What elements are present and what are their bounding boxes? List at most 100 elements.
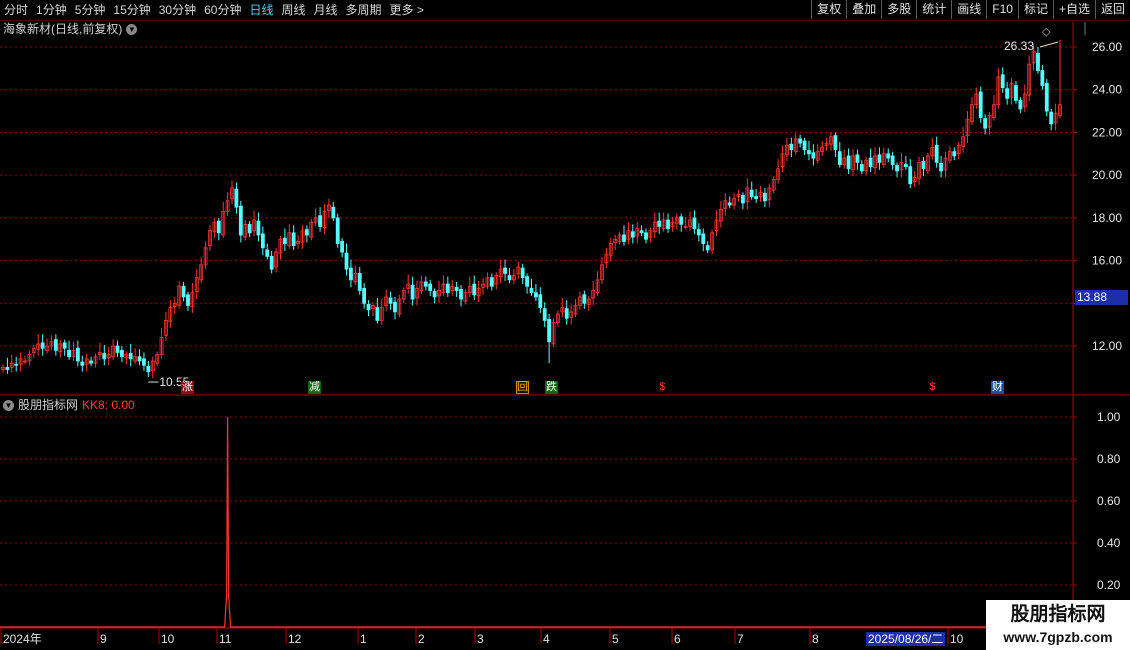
candle-body [238,205,243,236]
candle-body [120,349,124,358]
time-tick-label: 7 [737,632,744,646]
candle-body [62,342,67,349]
candle-body [644,232,648,240]
function-button[interactable]: 统计 [916,0,951,19]
function-button[interactable]: 画线 [951,0,986,19]
candle-body [291,232,296,247]
candle-body [622,234,626,242]
time-tick-label: 9 [100,632,107,646]
indicator-tick-label: 0.60 [1097,494,1121,508]
candle-body [1040,70,1045,86]
candle-body [357,273,362,291]
candle-body [472,283,477,296]
price-tick-label: 20.00 [1092,168,1122,182]
candle-body [423,281,428,287]
candle-body [855,154,860,163]
candle-body [14,363,19,366]
function-button[interactable]: 标记 [1017,0,1053,19]
candle-body [692,217,697,229]
candle-body [895,165,899,172]
period-button[interactable]: 分时 [0,0,32,20]
period-button[interactable]: 60分钟 [200,0,245,20]
signal-die-badge[interactable]: 跌 [545,381,558,394]
price-tick-label: 26.00 [1092,40,1122,54]
candle-body [921,160,926,170]
period-button[interactable]: 更多 > [386,0,428,20]
candle-body [75,347,80,362]
candle-body [459,289,463,300]
period-button[interactable]: 月线 [310,0,342,20]
candle-body [454,286,459,291]
signal-jian-badge[interactable]: 减 [308,381,321,394]
candle-body [445,283,450,294]
candle-body [538,294,543,308]
period-button[interactable]: 周线 [277,0,309,20]
candle-body [89,360,93,364]
candle-body [525,276,529,287]
candle-body [388,297,393,304]
candle-body [666,219,670,229]
period-selector: 分时 1分钟 5分钟 15分钟 30分钟 60分钟 日线 周线 月线 多周期 更多 > [0,0,428,20]
period-button[interactable]: 5分钟 [71,0,110,20]
chevron-down-icon[interactable]: ▼ [3,399,14,411]
signal-hui-badge[interactable]: 回 [516,381,529,394]
period-button[interactable]: 1分钟 [32,0,71,20]
candle-body [5,366,10,370]
watermark-url: www.7gpzb.com [1003,629,1113,645]
time-tick-label: 4 [543,632,550,646]
candle-body [216,220,221,234]
candle-body [349,267,353,281]
candle-body [40,342,45,349]
candle-body [534,292,538,298]
candle-body [837,151,842,165]
candle-body [503,267,507,274]
indicator-line [0,416,1073,628]
candle-body [146,365,151,373]
indicator-name: 股朋指标网 [18,398,79,412]
signal-dollar-marker[interactable]: $ [656,381,669,394]
signal-cai-badge[interactable]: 财 [991,381,1004,394]
price-tick-label: 22.00 [1092,125,1122,139]
kline-chart-area[interactable]: 26.00 24.00 22.00 20.00 18.00 16.00 12.00 1.00 0… [0,0,1130,650]
candle-body [890,155,895,165]
time-tick-label: 10 [161,632,175,646]
candle-body [934,144,939,163]
candle-body [234,188,239,208]
stock-title: 海象新材(日线,前复权) [3,22,123,36]
candle-body [811,152,816,159]
price-tick-label: 16.00 [1092,254,1122,268]
candle-body [115,345,120,353]
period-button[interactable]: 多周期 [342,0,386,20]
candle-body [269,255,274,270]
indicator-title: ▼ 股朋指标网 KK8: 0.00 [3,398,135,412]
chevron-down-icon[interactable]: ▼ [126,23,138,35]
indicator-tick-label: 0.20 [1097,578,1121,592]
candle-body [80,361,85,366]
candle-body [507,275,512,281]
function-button[interactable]: +自选 [1052,0,1095,19]
candle-body [344,252,349,270]
candle-body [102,353,107,360]
candle-body [1018,100,1023,110]
function-button[interactable]: 叠加 [846,0,881,19]
function-button[interactable]: 返回 [1094,0,1130,19]
indicator-tick-label: 0.80 [1097,452,1121,466]
indicator-tick-label: 1.00 [1097,410,1121,424]
signal-dollar-marker[interactable]: $ [926,381,939,394]
function-button[interactable]: 复权 [811,0,846,19]
period-button[interactable]: 15分钟 [109,0,154,20]
function-button[interactable]: 多股 [881,0,916,19]
current-price-tag: 13.88 [1075,290,1128,305]
function-button[interactable]: F10 [986,0,1018,19]
candle-body [763,192,767,202]
time-tick-label: 11 [219,632,232,646]
candle-body [754,196,759,200]
candle-body [265,249,270,257]
candle-body [432,291,437,298]
period-button[interactable]: 日线 [245,0,277,20]
chart-title: 海象新材(日线,前复权) ▼ [3,21,138,37]
signal-zhang-badge[interactable]: 涨 [181,381,194,394]
price-tick-label: 18.00 [1092,211,1122,225]
candle-body [749,189,754,197]
period-button[interactable]: 30分钟 [155,0,200,20]
